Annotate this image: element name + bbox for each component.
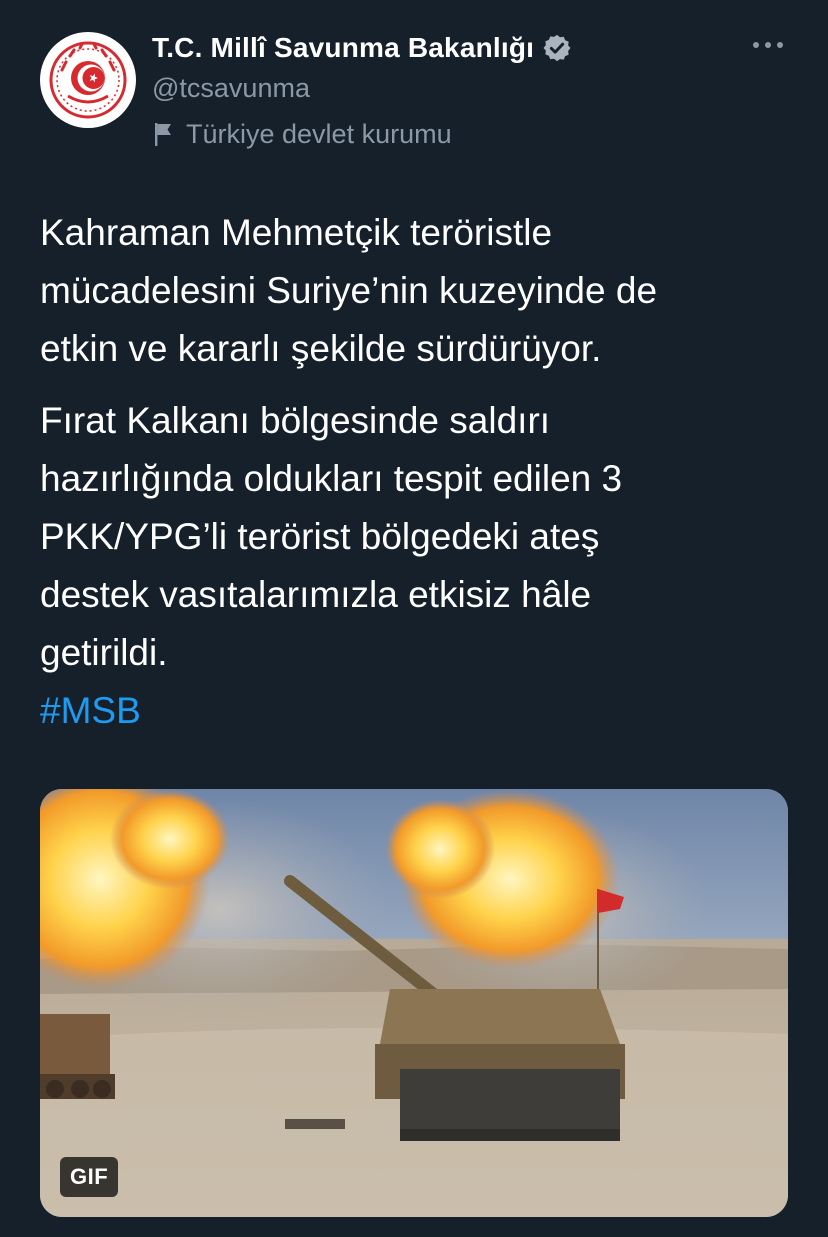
- tweet: T.C. Millî Savunma Bakanlığı @tcsavunma …: [0, 0, 828, 1237]
- account-label-text: Türkiye devlet kurumu: [186, 118, 452, 149]
- avatar[interactable]: [40, 32, 136, 128]
- more-button[interactable]: [748, 30, 788, 60]
- flag-icon: [152, 121, 176, 147]
- account-label[interactable]: Türkiye devlet kurumu: [152, 114, 572, 154]
- display-name[interactable]: T.C. Millî Savunma Bakanlığı: [152, 32, 534, 64]
- media-gif[interactable]: GIF: [40, 789, 788, 1217]
- tweet-text-paragraph-1: Kahraman Mehmetçik teröristle mücadelesi…: [40, 212, 658, 369]
- verified-badge-icon: [542, 33, 572, 63]
- name-row: T.C. Millî Savunma Bakanlığı: [152, 28, 572, 68]
- hashtag-link[interactable]: #MSB: [40, 682, 800, 740]
- handle[interactable]: @tcsavunma: [152, 70, 572, 106]
- tweet-text-paragraph-2: Fırat Kalkanı bölgesinde saldırı hazırlı…: [40, 400, 623, 673]
- tweet-body: Kahraman Mehmetçik teröristle mücadelesi…: [40, 204, 800, 740]
- ministry-seal-icon: [42, 34, 134, 126]
- artillery-gif-image: [40, 789, 788, 1217]
- more-horizontal-icon: [753, 42, 783, 48]
- gif-badge: GIF: [60, 1157, 119, 1197]
- tweet-header: T.C. Millî Savunma Bakanlığı @tcsavunma …: [152, 28, 572, 154]
